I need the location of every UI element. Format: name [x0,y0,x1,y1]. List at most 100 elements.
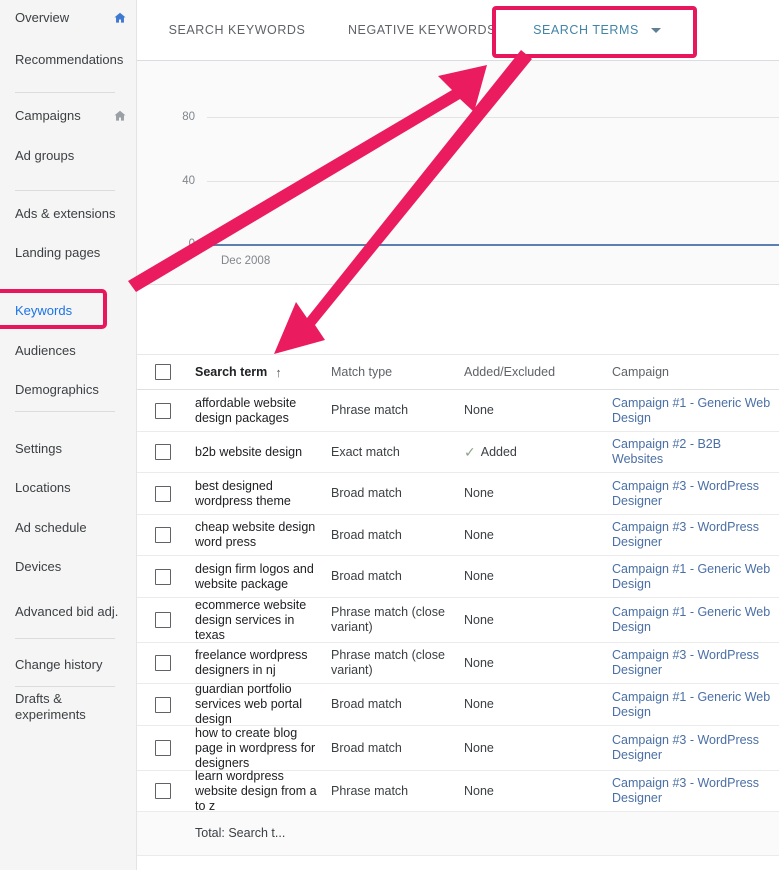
column-header-search-term[interactable]: Search term↑ [189,365,325,380]
cell-added-label: None [464,741,494,756]
sort-ascending-icon[interactable]: ↑ [275,365,282,380]
chevron-down-icon[interactable] [651,28,661,33]
column-header-match-type[interactable]: Match type [325,365,458,380]
table-row[interactable]: guardian portfolio services web portal d… [137,684,779,726]
sidebar-item-label: Drafts & experiments [15,691,127,723]
cell-search-term: cheap website design word press [189,520,325,550]
table-header-row: Search term↑ Match type Added/Excluded C… [137,355,779,390]
sidebar-item-settings[interactable]: Settings [0,441,137,471]
sidebar-item-overview[interactable]: Overview [0,10,137,40]
table-toolbar-strip [137,285,779,355]
home-icon[interactable] [113,109,127,123]
sidebar-item-ad-schedule[interactable]: Ad schedule [0,520,137,550]
column-header-added-excluded[interactable]: Added/Excluded [458,365,606,380]
sidebar-item-label: Devices [15,559,127,575]
table-row[interactable]: how to create blog page in wordpress for… [137,726,779,771]
cell-match-type: Phrase match (close variant) [325,648,458,678]
tab-bar: SEARCH KEYWORDS NEGATIVE KEYWORDS SEARCH T… [137,0,779,61]
cell-search-term: learn wordpress website design from a to… [189,769,325,814]
row-checkbox-cell[interactable] [137,444,189,460]
table-row[interactable]: affordable website design packagesPhrase… [137,390,779,432]
cell-match-type: Broad match [325,569,458,584]
cell-campaign-link[interactable]: Campaign #1 - Generic Web Design [606,396,779,426]
table-row[interactable]: design firm logos and website packageBro… [137,556,779,598]
sidebar-item-ad-groups[interactable]: Ad groups [0,148,137,178]
sidebar-item-label: Demographics [15,382,127,398]
cell-added-label: None [464,656,494,671]
cell-campaign-link[interactable]: Campaign #2 - B2B Websites [606,437,779,467]
row-checkbox[interactable] [155,486,171,502]
table-row[interactable]: best designed wordpress themeBroad match… [137,473,779,515]
cell-search-term: guardian portfolio services web portal d… [189,682,325,727]
select-all-checkbox[interactable] [155,364,171,380]
row-checkbox-cell[interactable] [137,569,189,585]
column-header-campaign[interactable]: Campaign [606,365,779,380]
table-row[interactable]: learn wordpress website design from a to… [137,771,779,812]
table-row[interactable]: cheap website design word pressBroad mat… [137,515,779,556]
main-content-area: SEARCH KEYWORDS NEGATIVE KEYWORDS SEARCH T… [137,0,779,870]
row-checkbox-cell[interactable] [137,612,189,628]
row-checkbox[interactable] [155,697,171,713]
sidebar-item-keywords[interactable]: Keywords [0,303,137,333]
cell-campaign-link[interactable]: Campaign #1 - Generic Web Design [606,562,779,592]
sidebar-divider-1 [15,190,115,191]
tab-search-keywords[interactable]: SEARCH KEYWORDS [162,0,312,60]
cell-added-label: None [464,569,494,584]
cell-campaign-link[interactable]: Campaign #3 - WordPress Designer [606,648,779,678]
sidebar-item-change-history[interactable]: Change history [0,657,137,687]
cell-campaign-link[interactable]: Campaign #3 - WordPress Designer [606,733,779,763]
row-checkbox-cell[interactable] [137,783,189,799]
row-checkbox-cell[interactable] [137,403,189,419]
sidebar-item-landing-pages[interactable]: Landing pages [0,245,137,275]
row-checkbox-cell[interactable] [137,486,189,502]
sidebar-item-locations[interactable]: Locations [0,480,137,510]
home-icon[interactable] [113,11,127,25]
cell-added-excluded: None [458,656,606,671]
sidebar-item-label: Keywords [15,303,127,319]
cell-campaign-link[interactable]: Campaign #3 - WordPress Designer [606,520,779,550]
row-checkbox-cell[interactable] [137,697,189,713]
table-row[interactable]: freelance wordpress designers in njPhras… [137,643,779,684]
cell-campaign-link[interactable]: Campaign #3 - WordPress Designer [606,776,779,806]
cell-campaign-link[interactable]: Campaign #1 - Generic Web Design [606,690,779,720]
cell-added-excluded: None [458,741,606,756]
cell-campaign-link[interactable]: Campaign #1 - Generic Web Design [606,605,779,635]
row-checkbox[interactable] [155,740,171,756]
sidebar-item-advanced-bid-adj[interactable]: Advanced bid adj. [0,604,137,634]
row-checkbox[interactable] [155,444,171,460]
row-checkbox-cell[interactable] [137,740,189,756]
table-row[interactable]: ecommerce website design services in tex… [137,598,779,643]
y-axis-tick-0: 0 [137,238,195,250]
row-checkbox[interactable] [155,403,171,419]
cell-campaign-link[interactable]: Campaign #3 - WordPress Designer [606,479,779,509]
sidebar-item-campaigns[interactable]: Campaigns [0,108,137,138]
cell-match-type: Broad match [325,528,458,543]
row-checkbox[interactable] [155,527,171,543]
sidebar-item-audiences[interactable]: Audiences [0,343,137,373]
sidebar-item-drafts-experiments[interactable]: Drafts & experiments [0,691,137,721]
cell-added-label: None [464,486,494,501]
table-row[interactable]: b2b website designExact match✓AddedCampa… [137,432,779,473]
cell-added-label: None [464,613,494,628]
sidebar-item-demographics[interactable]: Demographics [0,382,137,412]
chart-gridline-80 [207,117,779,118]
cell-added-excluded: None [458,486,606,501]
row-checkbox-cell[interactable] [137,527,189,543]
sidebar-item-recommendations[interactable]: Recommendations [0,52,137,82]
table-total-row: Total: Search t... [137,812,779,856]
row-checkbox[interactable] [155,655,171,671]
row-checkbox-cell[interactable] [137,655,189,671]
sidebar-item-ads-extensions[interactable]: Ads & extensions [0,206,137,236]
row-checkbox[interactable] [155,783,171,799]
tab-search-terms[interactable]: SEARCH TERMS [527,0,667,60]
sidebar-item-label: Change history [15,657,127,673]
tab-negative-keywords[interactable]: NEGATIVE KEYWORDS [342,0,502,60]
select-all-checkbox-cell[interactable] [137,364,189,380]
sidebar-item-devices[interactable]: Devices [0,559,137,589]
row-checkbox[interactable] [155,569,171,585]
sidebar-divider-0 [15,92,115,93]
total-row-label: Total: Search t... [189,826,325,841]
cell-added-label: None [464,697,494,712]
row-checkbox[interactable] [155,612,171,628]
cell-added-label: None [464,528,494,543]
